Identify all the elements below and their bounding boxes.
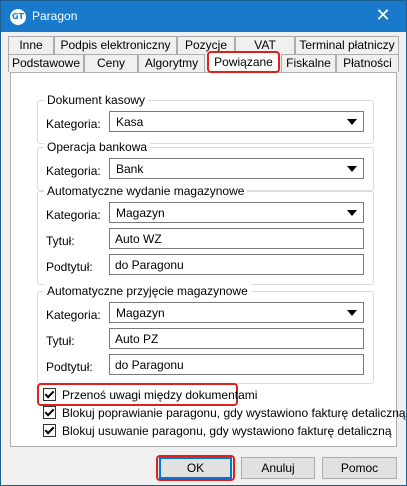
przyjecie-tytul-input[interactable]: Auto PZ xyxy=(109,328,364,349)
input-value: Auto PZ xyxy=(115,332,159,346)
check-icon xyxy=(44,406,55,417)
tab-panel-powiazane: Dokument kasowy Kategoria: Kasa Operacja… xyxy=(10,72,406,447)
tab-terminal-platniczy[interactable]: Terminal płatniczy xyxy=(295,36,399,54)
pomoc-button[interactable]: Pomoc xyxy=(322,457,397,479)
chevron-down-icon xyxy=(347,119,357,125)
tab-inne[interactable]: Inne xyxy=(8,36,54,54)
checkbox-blokuj-poprawianie[interactable]: Blokuj poprawianie paragonu, gdy wystawi… xyxy=(43,405,406,421)
select-value: Kasa xyxy=(116,115,144,129)
app-logo-icon: GT xyxy=(10,9,26,25)
checkbox-blokuj-usuwanie[interactable]: Blokuj usuwanie paragonu, gdy wystawiono… xyxy=(43,423,392,439)
checkbox-label: Przenoś uwagi między dokumentami xyxy=(62,388,258,402)
tab-podstawowe[interactable]: Podstawowe xyxy=(8,54,84,72)
wydanie-kategoria-select[interactable]: Magazyn xyxy=(109,202,364,223)
checkbox-box[interactable] xyxy=(43,406,56,419)
bank-kategoria-select[interactable]: Bank xyxy=(109,158,364,179)
checkbox-box[interactable] xyxy=(43,424,56,437)
checkbox-label: Blokuj usuwanie paragonu, gdy wystawiono… xyxy=(62,424,392,438)
window-title: Paragon xyxy=(32,9,78,23)
select-value: Bank xyxy=(116,162,144,176)
chevron-down-icon xyxy=(347,210,357,216)
check-icon xyxy=(44,424,55,435)
tab-fiskalne[interactable]: Fiskalne xyxy=(281,54,336,72)
tab-algorytmy[interactable]: Algorytmy xyxy=(138,54,205,72)
kategoria-label: Kategoria: xyxy=(46,117,101,131)
group-automatyczne-wydanie: Automatyczne wydanie magazynowe Kategori… xyxy=(37,184,374,285)
tab-podpis-elektroniczny[interactable]: Podpis elektroniczny xyxy=(54,36,177,54)
wydanie-podtytul-input[interactable]: do Paragonu xyxy=(109,254,364,275)
select-value: Magazyn xyxy=(116,306,165,320)
group-legend: Dokument kasowy xyxy=(44,93,149,107)
paragon-dialog: GT Paragon ✕ Inne Podpis elektroniczny P… xyxy=(0,0,407,486)
checkbox-box[interactable] xyxy=(43,388,56,401)
tab-platnosci[interactable]: Płatności xyxy=(336,54,399,72)
title-bar[interactable]: GT Paragon ✕ xyxy=(1,1,406,32)
podtytul-label: Podtytuł: xyxy=(46,260,93,274)
input-value: do Paragonu xyxy=(115,358,184,372)
input-value: Auto WZ xyxy=(115,232,162,246)
wydanie-tytul-input[interactable]: Auto WZ xyxy=(109,228,364,249)
group-legend: Automatyczne wydanie magazynowe xyxy=(44,184,248,198)
tab-row-2: Podstawowe Ceny Algorytmy Powiązane Fisk… xyxy=(1,51,406,73)
group-legend: Automatyczne przyjęcie magazynowe xyxy=(44,284,251,298)
chevron-down-icon xyxy=(347,166,357,172)
ok-button[interactable]: OK xyxy=(159,457,232,479)
przyjecie-kategoria-select[interactable]: Magazyn xyxy=(109,302,364,323)
tytul-label: Tytuł: xyxy=(46,334,75,348)
group-dokument-kasowy: Dokument kasowy Kategoria: Kasa xyxy=(37,93,374,144)
tab-row-1: Inne Podpis elektroniczny Pozycje VAT Te… xyxy=(1,36,406,54)
check-icon xyxy=(44,388,55,399)
input-value: do Paragonu xyxy=(115,258,184,272)
kasa-kategoria-select[interactable]: Kasa xyxy=(109,111,364,132)
podtytul-label: Podtytuł: xyxy=(46,360,93,374)
close-icon[interactable]: ✕ xyxy=(360,1,406,32)
tytul-label: Tytuł: xyxy=(46,234,75,248)
group-legend: Operacja bankowa xyxy=(44,140,151,154)
tab-ceny[interactable]: Ceny xyxy=(84,54,138,72)
anuluj-button[interactable]: Anuluj xyxy=(241,457,315,479)
group-automatyczne-przyjecie: Automatyczne przyjęcie magazynowe Katego… xyxy=(37,284,374,384)
kategoria-label: Kategoria: xyxy=(46,164,101,178)
przyjecie-podtytul-input[interactable]: do Paragonu xyxy=(109,354,364,375)
checkbox-przenos-uwagi[interactable]: Przenoś uwagi między dokumentami xyxy=(43,387,257,403)
select-value: Magazyn xyxy=(116,206,165,220)
tab-powiazane[interactable]: Powiązane xyxy=(207,51,280,73)
kategoria-label: Kategoria: xyxy=(46,308,101,322)
checkbox-label: Blokuj poprawianie paragonu, gdy wystawi… xyxy=(62,406,406,420)
kategoria-label: Kategoria: xyxy=(46,208,101,222)
chevron-down-icon xyxy=(347,310,357,316)
